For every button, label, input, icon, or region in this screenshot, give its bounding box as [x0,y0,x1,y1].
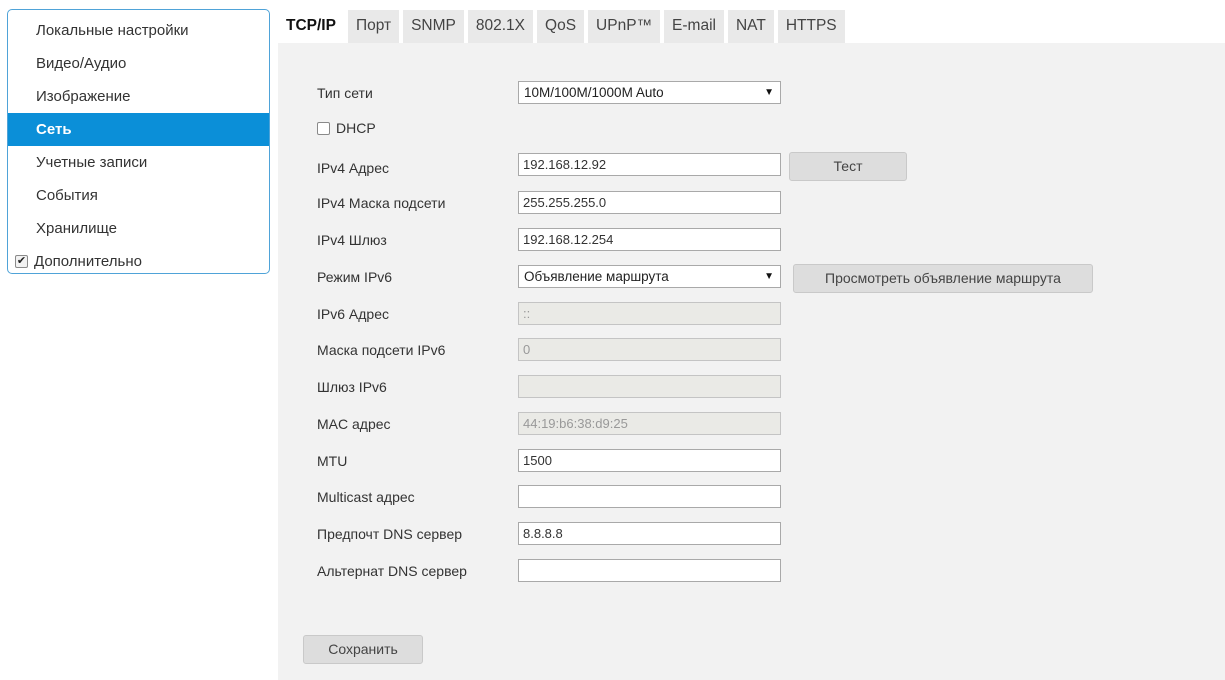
dropdown-arrow-icon: ▼ [764,271,774,282]
ipv4-address-field[interactable]: 192.168.12.92 [518,153,781,176]
sidebar: Локальные настройки Видео/Аудио Изображе… [7,9,270,274]
sidebar-item-network[interactable]: Сеть [8,113,269,146]
network-type-label: Тип сети [317,85,373,101]
advanced-checkbox[interactable]: ✔ [15,255,28,268]
ipv6-mask-field: 0 [518,338,781,361]
tab-qos[interactable]: QoS [537,10,585,43]
tab-tcp-ip[interactable]: TCP/IP [278,10,344,43]
sidebar-item-accounts[interactable]: Учетные записи [8,146,269,179]
dhcp-row[interactable]: DHCP [317,120,376,136]
sidebar-item-image[interactable]: Изображение [8,80,269,113]
ipv6-mode-value: Объявление маршрута [524,269,669,284]
ipv6-mode-select[interactable]: Объявление маршрута ▼ [518,265,781,288]
tab-snmp[interactable]: SNMP [403,10,464,43]
sidebar-item-video-audio[interactable]: Видео/Аудио [8,47,269,80]
tab-email[interactable]: E-mail [664,10,724,43]
dropdown-arrow-icon: ▼ [764,87,774,98]
multicast-field[interactable] [518,485,781,508]
tab-bar: TCP/IP Порт SNMP 802.1X QoS UPnP™ E-mail… [278,10,849,43]
tab-upnp[interactable]: UPnP™ [588,10,661,43]
advanced-label: Дополнительно [34,253,142,270]
mtu-field[interactable]: 1500 [518,449,781,472]
multicast-label: Multicast адрес [317,489,415,505]
dhcp-label: DHCP [336,120,376,136]
ipv4-mask-label: IPv4 Маска подсети [317,195,446,211]
ipv4-address-label: IPv4 Адрес [317,160,389,176]
preferred-dns-label: Предпочт DNS сервер [317,526,463,542]
alternate-dns-label: Альтернат DNS сервер [317,563,467,579]
mtu-label: MTU [317,453,348,469]
sidebar-item-local-settings[interactable]: Локальные настройки [8,14,269,47]
preferred-dns-field[interactable]: 8.8.8.8 [518,522,781,545]
test-button[interactable]: Тест [789,152,907,181]
dhcp-checkbox[interactable] [317,121,330,135]
ipv6-address-label: IPv6 Адрес [317,306,389,322]
tab-port[interactable]: Порт [347,10,400,43]
sidebar-item-events[interactable]: События [8,179,269,212]
mac-address-field: 44:19:b6:38:d9:25 [518,412,781,435]
tab-https[interactable]: HTTPS [777,10,845,43]
tcp-ip-panel: Тип сети 10M/100M/1000M Auto ▼ DHCP IPv4… [278,43,1225,680]
ipv4-gateway-field[interactable]: 192.168.12.254 [518,228,781,251]
alternate-dns-field[interactable] [518,559,781,582]
network-type-select[interactable]: 10M/100M/1000M Auto ▼ [518,81,781,104]
view-route-advertisement-button[interactable]: Просмотреть объявление маршрута [793,264,1093,293]
tab-802-1x[interactable]: 802.1X [467,10,534,43]
ipv6-mode-label: Режим IPv6 [317,269,393,285]
ipv4-gateway-label: IPv4 Шлюз [317,232,387,248]
mac-address-label: MAC адрес [317,416,391,432]
ipv6-gateway-field [518,375,781,398]
ipv4-mask-field[interactable]: 255.255.255.0 [518,191,781,214]
ipv6-mask-label: Маска подсети IPv6 [317,342,446,358]
tab-nat[interactable]: NAT [727,10,774,43]
save-button[interactable]: Сохранить [303,635,423,664]
ipv6-address-field: :: [518,302,781,325]
advanced-toggle[interactable]: ✔ Дополнительно [8,245,269,278]
sidebar-item-storage[interactable]: Хранилище [8,212,269,245]
network-type-value: 10M/100M/1000M Auto [524,85,664,100]
ipv6-gateway-label: Шлюз IPv6 [317,379,387,395]
